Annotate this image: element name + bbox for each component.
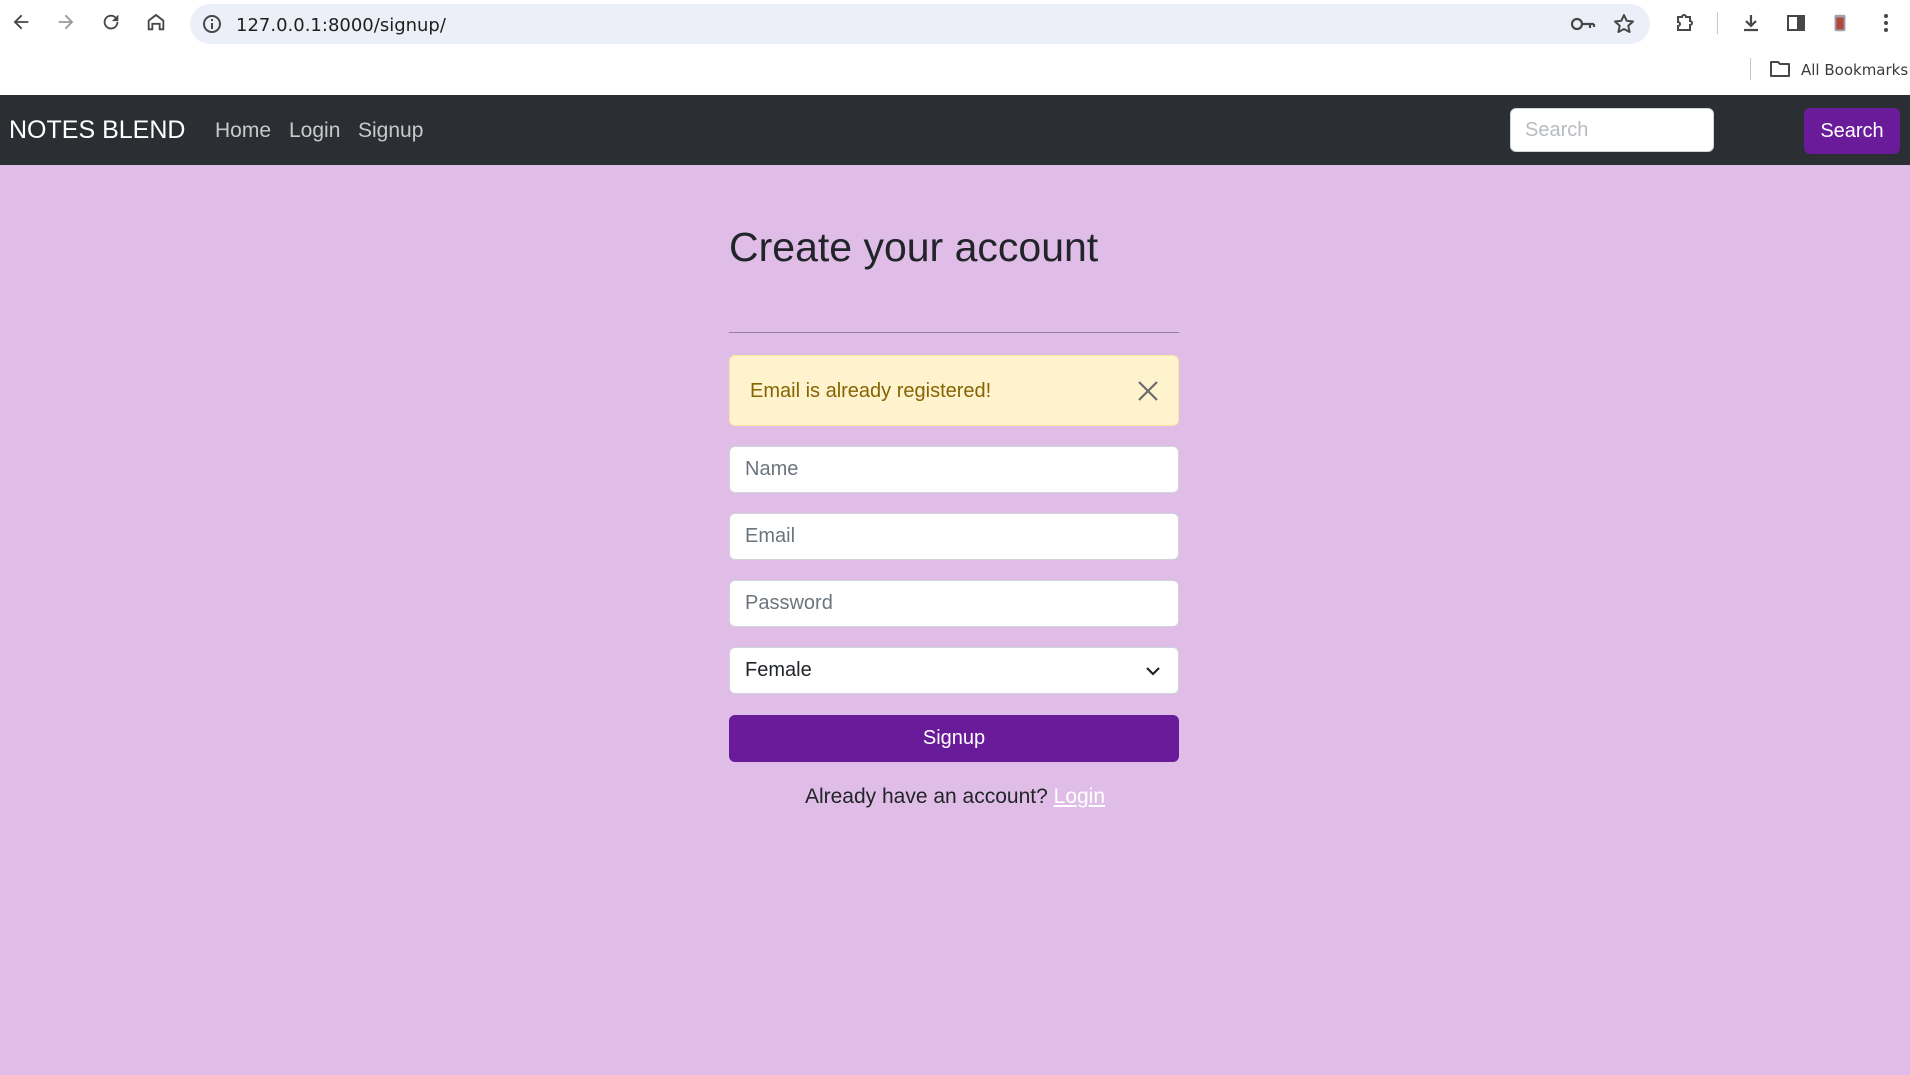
site-navbar: NOTES BLEND Home Login Signup Search xyxy=(0,95,1910,165)
address-bar[interactable]: 127.0.0.1:8000/signup/ xyxy=(190,4,1650,44)
browser-toolbar: 127.0.0.1:8000/signup/ xyxy=(0,0,1910,46)
nav-link-home[interactable]: Home xyxy=(215,119,271,143)
alert-message: Email is already registered! xyxy=(750,380,992,402)
password-key-icon[interactable] xyxy=(1570,13,1596,35)
email-field[interactable] xyxy=(729,513,1179,560)
menu-kebab-icon[interactable] xyxy=(1872,9,1900,37)
bookmark-star-icon[interactable] xyxy=(1612,12,1636,36)
extensions-icon[interactable] xyxy=(1671,9,1699,37)
reload-icon[interactable] xyxy=(96,7,126,37)
login-prompt-text: Already have an account? xyxy=(804,785,1048,808)
site-info-icon[interactable] xyxy=(200,12,224,36)
gender-select[interactable]: Female xyxy=(729,647,1179,694)
nav-link-login[interactable]: Login xyxy=(289,119,340,143)
search-button[interactable]: Search xyxy=(1804,108,1900,154)
folder-icon[interactable] xyxy=(1769,59,1791,79)
side-panel-icon[interactable] xyxy=(1782,9,1810,37)
url-text[interactable]: 127.0.0.1:8000/signup/ xyxy=(236,15,446,36)
all-bookmarks-label[interactable]: All Bookmarks xyxy=(1801,61,1908,79)
error-alert: Email is already registered! xyxy=(729,355,1179,426)
profile-avatar-icon[interactable] xyxy=(1826,9,1854,37)
back-icon[interactable] xyxy=(6,7,36,37)
name-field[interactable] xyxy=(729,446,1179,493)
toolbar-divider xyxy=(1717,12,1718,34)
login-link[interactable]: Login xyxy=(1054,785,1105,808)
search-input[interactable] xyxy=(1510,108,1714,152)
login-prompt: Already have an account? Login xyxy=(0,785,1910,809)
forward-icon[interactable] xyxy=(51,7,81,37)
title-divider xyxy=(729,332,1179,333)
page-title: Create your account xyxy=(729,224,1099,270)
bookmarks-bar: All Bookmarks xyxy=(0,46,1910,95)
downloads-icon[interactable] xyxy=(1737,9,1765,37)
gender-selected-value: Female xyxy=(745,659,812,681)
bookmarks-divider xyxy=(1750,58,1751,80)
chevron-down-icon xyxy=(1146,667,1160,676)
password-field[interactable] xyxy=(729,580,1179,627)
close-icon[interactable] xyxy=(1136,379,1160,403)
signup-button[interactable]: Signup xyxy=(729,715,1179,762)
home-icon[interactable] xyxy=(141,7,171,37)
nav-link-signup[interactable]: Signup xyxy=(358,119,423,143)
brand-logo[interactable]: NOTES BLEND xyxy=(9,116,185,145)
